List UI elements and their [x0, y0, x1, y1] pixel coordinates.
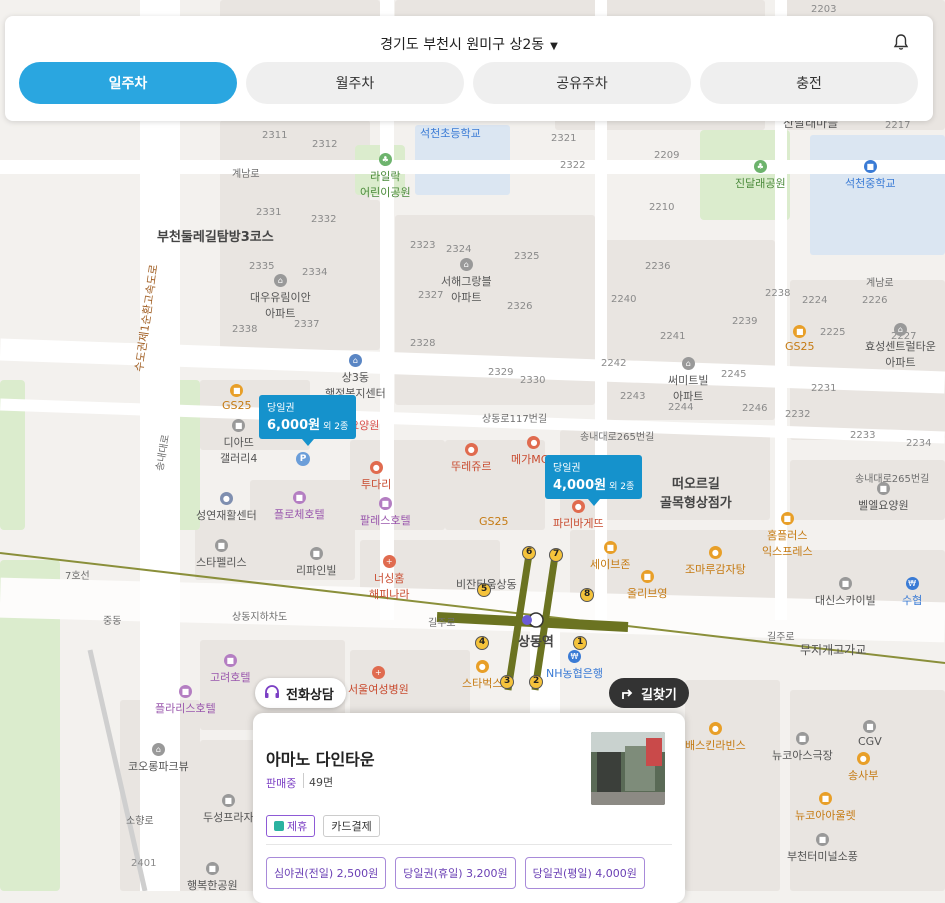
tab-shared[interactable]: 공유주차: [473, 62, 691, 104]
parking-lot-photo[interactable]: [591, 732, 665, 805]
marker-type: 당일권: [553, 463, 581, 474]
tab-charging[interactable]: 충전: [700, 62, 918, 104]
exit-number: 3: [504, 676, 511, 686]
top-panel: 경기도 부천시 원미구 상2동 ▼ 일주차 월주차 공유주차 충전: [5, 16, 933, 121]
exit-number: 6: [526, 547, 533, 557]
exit-number: 2: [533, 676, 540, 686]
partner-badge-label: 제휴: [287, 820, 308, 833]
partner-badge: 제휴: [266, 815, 316, 837]
parking-lot-name: 아마노 다인타운: [266, 750, 375, 769]
parking-price-marker[interactable]: 당일권 6,000원 외 2종: [259, 395, 357, 446]
divider: [303, 773, 304, 788]
marker-price: 6,000원: [267, 418, 321, 433]
marker-type: 당일권: [267, 403, 295, 414]
parking-type-tabs: 일주차 월주차 공유주차 충전: [19, 62, 918, 104]
parking-icon[interactable]: P: [296, 452, 310, 466]
location-selector[interactable]: 경기도 부천시 원미구 상2동 ▼: [5, 34, 933, 54]
exit-number: 8: [584, 589, 591, 599]
directions-button[interactable]: 길찾기: [609, 678, 689, 708]
feature-badges: 제휴 카드결제: [266, 815, 380, 837]
bell-icon[interactable]: [891, 32, 911, 52]
exit-number: 7: [553, 549, 560, 559]
exit-number: 1: [577, 637, 584, 647]
card-payment-badge: 카드결제: [323, 815, 380, 837]
ticket-prices: 심야권(전일) 2,500원 당일권(휴일) 3,200원 당일권(평일) 4,…: [266, 857, 645, 889]
divider: [266, 844, 672, 845]
ticket-price-option[interactable]: 당일권(휴일) 3,200원: [395, 857, 516, 889]
exit-number: 5: [481, 584, 488, 594]
partner-logo-icon: [274, 821, 284, 831]
ticket-price-option[interactable]: 심야권(전일) 2,500원: [266, 857, 387, 889]
parking-price-marker[interactable]: 당일권 4,000원 외 2종: [545, 455, 643, 506]
phone-consult-label: 전화상담: [286, 687, 334, 703]
turn-right-icon: [622, 689, 633, 699]
ticket-price-option[interactable]: 당일권(평일) 4,000원: [524, 857, 645, 889]
location-text: 경기도 부천시 원미구 상2동: [380, 37, 545, 53]
marker-price: 4,000원: [553, 478, 607, 493]
exit-number: 4: [479, 637, 486, 647]
headset-icon: [265, 685, 279, 698]
directions-label: 길찾기: [641, 687, 677, 703]
marker-extra: 외 2종: [609, 482, 635, 492]
marker-extra: 외 2종: [323, 422, 349, 432]
tab-monthly[interactable]: 월주차: [246, 62, 464, 104]
phone-consult-button[interactable]: 전화상담: [255, 678, 346, 708]
parking-capacity: 49면: [309, 776, 334, 789]
tab-daily[interactable]: 일주차: [19, 62, 237, 104]
sale-status: 판매중: [266, 777, 297, 790]
parking-lot-card[interactable]: 아마노 다인타운 판매중 49면 제휴 카드결제 심야권(전일) 2,500원 …: [253, 713, 685, 903]
chevron-down-icon: ▼: [550, 41, 558, 52]
